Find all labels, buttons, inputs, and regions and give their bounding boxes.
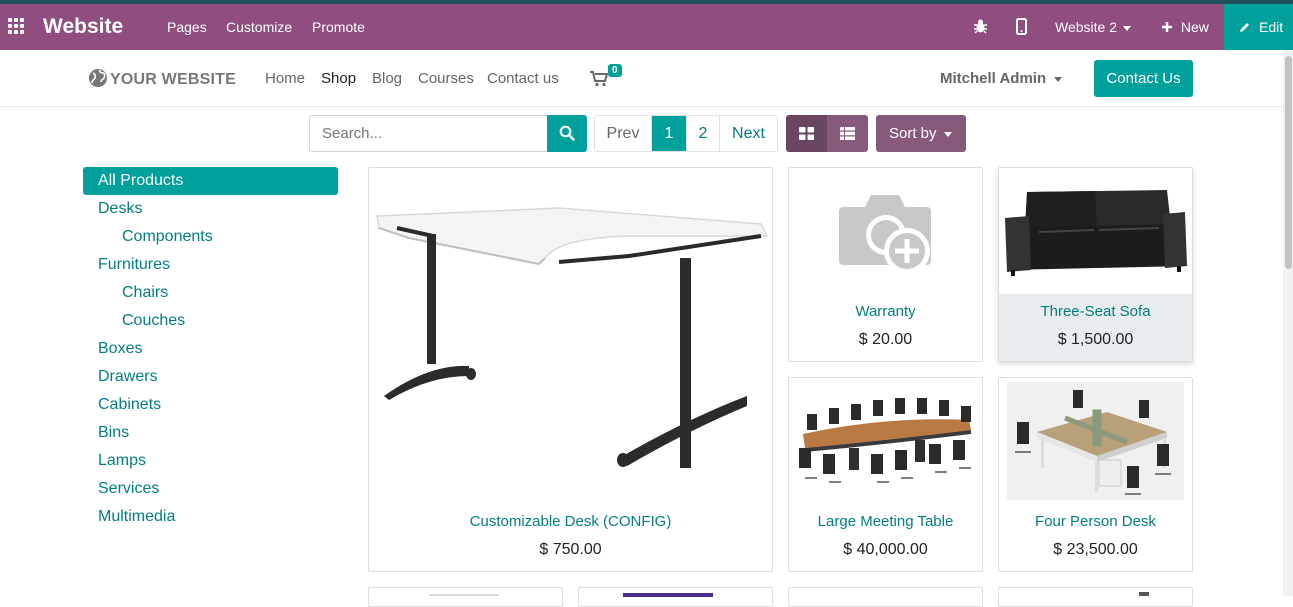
plus-icon (1162, 22, 1172, 32)
product-name[interactable]: Three-Seat Sofa (999, 303, 1192, 320)
search-input[interactable] (310, 116, 547, 151)
search-icon (559, 125, 575, 141)
edit-button-label: Edit (1259, 19, 1284, 35)
cart-link[interactable]: 0 (590, 64, 622, 92)
sort-by-dropdown[interactable]: Sort by (876, 115, 966, 152)
grid-icon (799, 127, 814, 140)
category-boxes[interactable]: Boxes (83, 335, 338, 363)
product-name[interactable]: Warranty (789, 303, 982, 320)
pencil-icon (1240, 23, 1249, 32)
category-multimedia[interactable]: Multimedia (83, 503, 338, 531)
product-card[interactable]: Three-Seat Sofa $ 1,500.00 (998, 167, 1193, 362)
desk-image[interactable] (369, 168, 772, 498)
pager-prev[interactable]: Prev (595, 116, 651, 151)
nav-shop[interactable]: Shop (321, 70, 356, 87)
globe-icon (89, 69, 107, 87)
category-drawers[interactable]: Drawers (83, 363, 338, 391)
category-bins[interactable]: Bins (83, 419, 338, 447)
product-card[interactable]: Customizable Desk (CONFIG) $ 750.00 (368, 167, 773, 572)
nav-home[interactable]: Home (265, 70, 305, 87)
sofa-image[interactable] (999, 168, 1192, 294)
product-price: $ 750.00 (539, 541, 602, 558)
product-price: $ 40,000.00 (843, 541, 928, 558)
debug-bug-icon[interactable] (973, 18, 988, 37)
contact-us-button[interactable]: Contact Us (1094, 60, 1193, 97)
product-search (309, 115, 587, 152)
mobile-preview-icon[interactable] (1016, 18, 1027, 38)
product-card[interactable] (788, 587, 983, 607)
grid-view-button[interactable] (786, 115, 827, 152)
product-name[interactable]: Customizable Desk (CONFIG) (369, 513, 772, 530)
search-button[interactable] (547, 115, 587, 152)
layout-switcher (786, 115, 868, 152)
product-card[interactable]: Four Person Desk $ 23,500.00 (998, 377, 1193, 572)
chevron-down-icon (1123, 25, 1131, 31)
apps-menu-icon[interactable] (8, 18, 26, 36)
category-desks[interactable]: Desks (83, 195, 338, 223)
nav-courses[interactable]: Courses (418, 70, 474, 87)
website-switcher[interactable]: Website 2 (1055, 19, 1131, 35)
product-card[interactable]: Warranty $ 20.00 (788, 167, 983, 362)
list-icon (840, 127, 855, 140)
nav-blog[interactable]: Blog (372, 70, 402, 87)
pager-page-2[interactable]: 2 (686, 116, 719, 151)
admin-navbar: Website Pages Customize Promote Website … (0, 4, 1293, 50)
menu-pages[interactable]: Pages (167, 19, 207, 35)
product-name[interactable]: Large Meeting Table (789, 513, 982, 530)
product-price: $ 1,500.00 (1057, 331, 1134, 348)
pager-next[interactable]: Next (719, 116, 777, 151)
site-logo[interactable]: YOUR WEBSITE (88, 68, 236, 89)
meeting-table-image[interactable] (789, 378, 982, 502)
menu-promote[interactable]: Promote (312, 19, 365, 35)
placeholder-camera-icon[interactable] (789, 168, 982, 292)
product-name[interactable]: Four Person Desk (999, 513, 1192, 530)
product-card[interactable]: Large Meeting Table $ 40,000.00 (788, 377, 983, 572)
category-chairs[interactable]: Chairs (83, 279, 338, 307)
sort-by-label: Sort by (889, 125, 937, 142)
user-menu[interactable]: Mitchell Admin (940, 70, 1063, 87)
cart-icon (590, 71, 609, 87)
four-person-desk-image[interactable] (1007, 382, 1184, 500)
website-switcher-label: Website 2 (1055, 19, 1117, 35)
category-lamps[interactable]: Lamps (83, 447, 338, 475)
chevron-down-icon (1054, 76, 1063, 82)
pagination: Prev 1 2 Next (594, 115, 778, 152)
new-button[interactable]: New (1161, 19, 1209, 35)
nav-contact-us[interactable]: Contact us (487, 70, 559, 87)
product-card[interactable] (578, 587, 773, 607)
user-name: Mitchell Admin (940, 70, 1047, 87)
product-card[interactable] (998, 587, 1193, 607)
new-button-label: New (1180, 19, 1209, 35)
site-logo-text: YOUR WEBSITE (110, 71, 236, 88)
product-price: $ 20.00 (858, 331, 913, 348)
edit-button[interactable]: Edit (1224, 4, 1293, 50)
scrollbar-thumb[interactable] (1285, 56, 1292, 269)
list-view-button[interactable] (827, 115, 868, 152)
cart-count-badge: 0 (608, 64, 622, 77)
category-furnitures[interactable]: Furnitures (83, 251, 338, 279)
category-services[interactable]: Services (83, 475, 338, 503)
chevron-down-icon (943, 131, 952, 137)
category-couches[interactable]: Couches (83, 307, 338, 335)
product-price: $ 23,500.00 (1053, 541, 1138, 558)
product-image-partial (623, 593, 713, 597)
category-components[interactable]: Components (83, 223, 338, 251)
product-card[interactable] (368, 587, 563, 607)
category-all-products[interactable]: All Products (83, 167, 338, 195)
pager-page-1[interactable]: 1 (651, 116, 686, 151)
category-cabinets[interactable]: Cabinets (83, 391, 338, 419)
menu-customize[interactable]: Customize (226, 19, 292, 35)
app-title[interactable]: Website (43, 15, 123, 39)
website-header: YOUR WEBSITE Home Shop Blog Courses Cont… (0, 50, 1283, 107)
product-image-partial (1139, 592, 1149, 596)
